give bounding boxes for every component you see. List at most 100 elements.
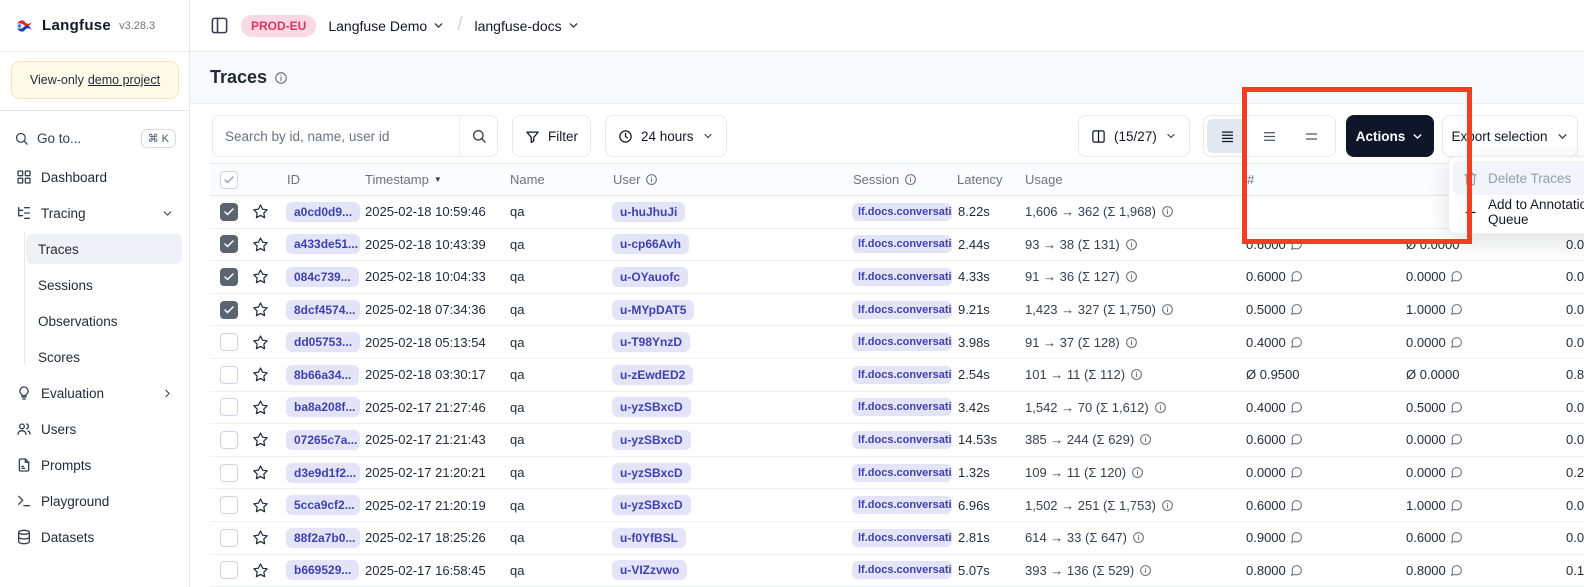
search-submit-icon[interactable] bbox=[459, 116, 497, 156]
star-icon[interactable] bbox=[252, 562, 269, 579]
trace-id-badge[interactable]: 88f2a7b0... bbox=[286, 528, 360, 548]
column-header-user[interactable]: User bbox=[608, 172, 848, 187]
user-badge[interactable]: u-zEwdED2 bbox=[612, 365, 693, 385]
user-badge[interactable]: u-cp66Avh bbox=[612, 234, 689, 254]
comment-bubble-icon[interactable] bbox=[1290, 433, 1303, 446]
column-header-latency[interactable]: Latency bbox=[952, 172, 1020, 187]
column-visibility-button[interactable]: (15/27) bbox=[1078, 115, 1190, 157]
comment-bubble-icon[interactable] bbox=[1450, 531, 1463, 544]
trace-id-badge[interactable]: ba8a208f... bbox=[286, 397, 360, 417]
user-badge[interactable]: u-VIZzvwo bbox=[612, 560, 687, 580]
org-switcher[interactable]: Langfuse Demo bbox=[328, 18, 445, 34]
row-checkbox[interactable] bbox=[220, 203, 238, 221]
select-all-checkbox[interactable] bbox=[220, 171, 238, 189]
info-icon[interactable] bbox=[1125, 270, 1138, 283]
session-badge[interactable]: lf.docs.conversation... bbox=[852, 529, 952, 547]
info-icon[interactable] bbox=[1125, 336, 1138, 349]
sidebar-item-evaluation[interactable]: Evaluation bbox=[8, 378, 182, 408]
goto-search[interactable]: Go to... ⌘ K bbox=[8, 122, 182, 154]
row-checkbox[interactable] bbox=[220, 366, 238, 384]
row-checkbox[interactable] bbox=[220, 301, 238, 319]
row-height-medium-button[interactable] bbox=[1249, 119, 1289, 153]
sidebar-item-playground[interactable]: Playground bbox=[8, 486, 182, 516]
table-row[interactable]: 8dcf4574...2025-02-18 07:34:36qau-MYpDAT… bbox=[210, 294, 1584, 327]
comment-bubble-icon[interactable] bbox=[1290, 401, 1303, 414]
column-header-timestamp[interactable]: Timestamp▼ bbox=[360, 172, 505, 187]
table-row[interactable]: dd05753...2025-02-18 05:13:54qau-T98YnzD… bbox=[210, 326, 1584, 359]
column-header-id[interactable]: ID bbox=[282, 172, 360, 187]
star-icon[interactable] bbox=[252, 431, 269, 448]
star-icon[interactable] bbox=[252, 334, 269, 351]
star-icon[interactable] bbox=[252, 203, 269, 220]
star-icon[interactable] bbox=[252, 464, 269, 481]
sidebar-item-dashboard[interactable]: Dashboard bbox=[8, 162, 182, 192]
info-icon[interactable] bbox=[1161, 303, 1174, 316]
trace-id-badge[interactable]: d3e9d1f2... bbox=[286, 463, 360, 483]
comment-bubble-icon[interactable] bbox=[1290, 336, 1303, 349]
row-checkbox[interactable] bbox=[220, 398, 238, 416]
column-header-session[interactable]: Session bbox=[848, 172, 952, 187]
comment-bubble-icon[interactable] bbox=[1450, 564, 1463, 577]
comment-bubble-icon[interactable] bbox=[1290, 466, 1303, 479]
sidebar-item-users[interactable]: Users bbox=[8, 414, 182, 444]
user-badge[interactable]: u-huJhuJi bbox=[612, 202, 685, 222]
star-icon[interactable] bbox=[252, 301, 269, 318]
project-switcher[interactable]: langfuse-docs bbox=[474, 18, 579, 34]
search-input[interactable] bbox=[213, 116, 459, 156]
star-icon[interactable] bbox=[252, 497, 269, 514]
sidebar-item-scores[interactable]: Scores bbox=[26, 342, 182, 372]
user-badge[interactable]: u-MYpDAT5 bbox=[612, 300, 694, 320]
info-icon[interactable] bbox=[1161, 205, 1174, 218]
info-icon[interactable] bbox=[1139, 433, 1152, 446]
menu-item-add-to-annotation-queue[interactable]: Add to Annotation Queue bbox=[1453, 195, 1584, 229]
user-badge[interactable]: u-OYauofc bbox=[612, 267, 688, 287]
star-icon[interactable] bbox=[252, 366, 269, 383]
comment-bubble-icon[interactable] bbox=[1290, 531, 1303, 544]
table-row[interactable]: 5cca9cf2...2025-02-17 21:20:19qau-yzSBxc… bbox=[210, 489, 1584, 522]
column-header-score1[interactable]: # bbox=[1242, 172, 1402, 187]
session-badge[interactable]: lf.docs.conversation... bbox=[852, 561, 952, 579]
star-icon[interactable] bbox=[252, 529, 269, 546]
table-row[interactable]: a433de51...2025-02-18 10:43:39qau-cp66Av… bbox=[210, 229, 1584, 262]
trace-id-badge[interactable]: 8b66a34... bbox=[286, 365, 359, 385]
comment-bubble-icon[interactable] bbox=[1290, 499, 1303, 512]
info-icon[interactable] bbox=[1125, 238, 1138, 251]
comment-bubble-icon[interactable] bbox=[1450, 303, 1463, 316]
sidebar-item-observations[interactable]: Observations bbox=[26, 306, 182, 336]
session-badge[interactable]: lf.docs.conversation... bbox=[852, 366, 952, 384]
comment-bubble-icon[interactable] bbox=[1450, 433, 1463, 446]
row-height-large-button[interactable] bbox=[1292, 119, 1332, 153]
info-icon[interactable] bbox=[274, 71, 288, 85]
table-row[interactable]: ba8a208f...2025-02-17 21:27:46qau-yzSBxc… bbox=[210, 392, 1584, 425]
trace-id-badge[interactable]: b669529... bbox=[286, 560, 359, 580]
row-checkbox[interactable] bbox=[220, 561, 238, 579]
trace-id-badge[interactable]: 07265c7a... bbox=[286, 430, 360, 450]
comment-bubble-icon[interactable] bbox=[1290, 270, 1303, 283]
row-checkbox[interactable] bbox=[220, 333, 238, 351]
comment-bubble-icon[interactable] bbox=[1290, 564, 1303, 577]
comment-bubble-icon[interactable] bbox=[1450, 270, 1463, 283]
user-badge[interactable]: u-yzSBxcD bbox=[612, 463, 691, 483]
user-badge[interactable]: u-yzSBxcD bbox=[612, 430, 691, 450]
table-row[interactable]: 88f2a7b0...2025-02-17 18:25:26qau-f0YfBS… bbox=[210, 522, 1584, 555]
sidebar-item-tracing[interactable]: Tracing bbox=[8, 198, 182, 228]
star-icon[interactable] bbox=[252, 268, 269, 285]
user-badge[interactable]: u-yzSBxcD bbox=[612, 397, 691, 417]
info-icon[interactable] bbox=[1130, 368, 1143, 381]
demo-project-link[interactable]: demo project bbox=[88, 73, 160, 87]
user-badge[interactable]: u-f0YfBSL bbox=[612, 528, 686, 548]
trace-id-badge[interactable]: dd05753... bbox=[286, 332, 360, 352]
info-icon[interactable] bbox=[1131, 466, 1144, 479]
trace-id-badge[interactable]: 8dcf4574... bbox=[286, 300, 360, 320]
table-row[interactable]: b669529...2025-02-17 16:58:45qau-VIZzvwo… bbox=[210, 555, 1584, 587]
trace-id-badge[interactable]: 084c739... bbox=[286, 267, 359, 287]
comment-bubble-icon[interactable] bbox=[1450, 466, 1463, 479]
info-icon[interactable] bbox=[1132, 531, 1145, 544]
filter-button[interactable]: Filter bbox=[512, 115, 591, 157]
row-height-small-button[interactable] bbox=[1207, 119, 1247, 153]
session-badge[interactable]: lf.docs.conversation... bbox=[852, 333, 952, 351]
trace-id-badge[interactable]: a433de51... bbox=[286, 234, 360, 254]
session-badge[interactable]: lf.docs.conversation... bbox=[852, 464, 952, 482]
row-checkbox[interactable] bbox=[220, 529, 238, 547]
comment-bubble-icon[interactable] bbox=[1450, 336, 1463, 349]
